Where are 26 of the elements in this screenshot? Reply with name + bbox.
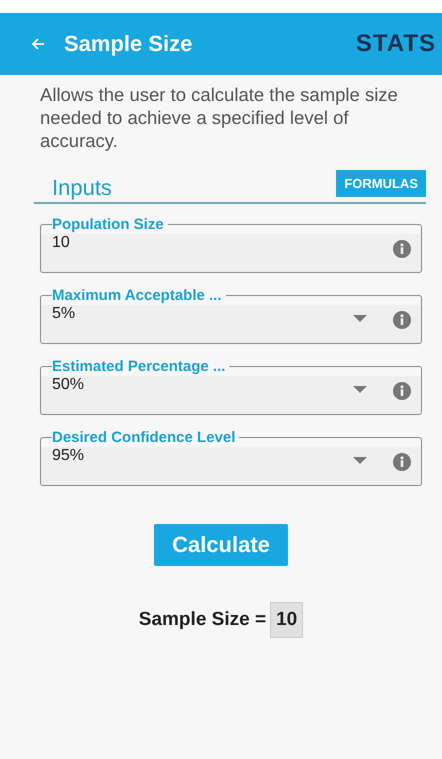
app-logo: STATS bbox=[356, 30, 436, 58]
field-label: Maximum Acceptable ... bbox=[52, 287, 222, 304]
info-icon[interactable] bbox=[393, 240, 411, 258]
field-value: 5% bbox=[52, 305, 76, 323]
dropdown-field[interactable]: Maximum Acceptable ... 5% bbox=[40, 287, 422, 344]
description-text: Allows the user to calculate the sample size needed to achieve a specified level of accuracy. bbox=[40, 83, 399, 152]
result-value: 10 bbox=[270, 602, 304, 638]
field-label: Desired Confidence Level bbox=[52, 429, 236, 446]
field-label: Population Size bbox=[52, 216, 165, 233]
caret-icon[interactable] bbox=[353, 457, 367, 464]
field-value: 10 bbox=[52, 234, 71, 252]
caret-icon[interactable] bbox=[353, 315, 367, 322]
dropdown-field[interactable]: Estimated Percentage ... 50% bbox=[40, 358, 422, 415]
back-arrow-icon[interactable] bbox=[30, 36, 46, 52]
info-icon[interactable] bbox=[393, 382, 411, 400]
field-value: 50% bbox=[52, 376, 86, 394]
section-title: Inputs bbox=[52, 175, 112, 201]
caret-icon[interactable] bbox=[353, 386, 367, 393]
dropdown-field[interactable]: Desired Confidence Level 95% bbox=[40, 429, 422, 486]
result-label: Sample Size = bbox=[138, 609, 266, 631]
field-value: 95% bbox=[52, 447, 86, 465]
screen-title: Sample Size bbox=[64, 31, 194, 57]
info-icon[interactable] bbox=[393, 311, 411, 329]
field-label: Estimated Percentage ... bbox=[52, 358, 226, 375]
input-field[interactable]: Population Size 10 bbox=[40, 216, 422, 273]
info-icon[interactable] bbox=[393, 453, 411, 471]
